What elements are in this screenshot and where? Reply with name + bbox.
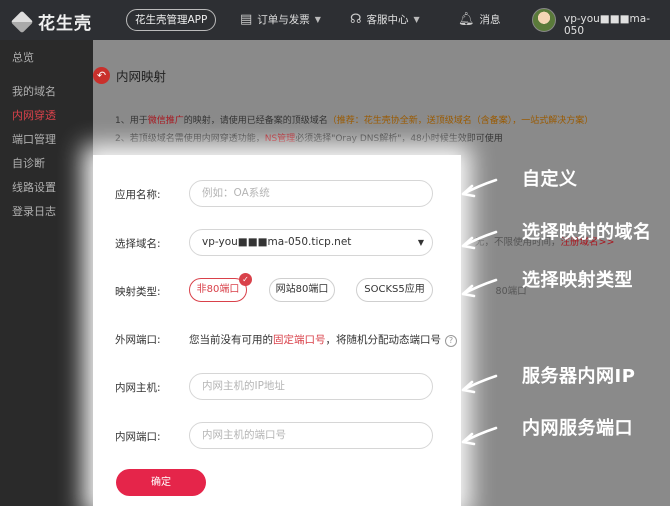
domain-select[interactable]: vp-you■■■ma-050.ticp.net ▼ <box>189 229 433 256</box>
app-download-button[interactable]: 花生壳管理APP <box>126 9 217 31</box>
mapping-type-label: 映射类型: <box>115 286 161 298</box>
external-port-label: 外网端口: <box>115 334 161 346</box>
type-socks5[interactable]: SOCKS5应用 <box>356 278 433 302</box>
annotation-arrow-icon <box>461 230 498 250</box>
chevron-down-icon: ▼ <box>417 238 424 247</box>
annotation-arrow-icon <box>461 178 498 198</box>
host-port-input[interactable]: 内网主机的端口号 <box>189 422 433 449</box>
sidebar-item-overview[interactable]: 总览 <box>0 46 93 70</box>
username[interactable]: vp-you■■■ma-050 <box>564 13 670 37</box>
domain-label: 选择域名: <box>115 238 161 250</box>
sidebar-item-intranet-penetration[interactable]: 内网穿透 <box>0 104 93 128</box>
annotation-server-ip: 服务器内网IP <box>522 366 636 387</box>
avatar[interactable] <box>532 8 556 32</box>
top-navbar: 花生壳 花生壳管理APP ▤ 订单与发票 ▼ ☊ 客服中心 ▼ 🔔︎ 消息 vp… <box>0 0 670 40</box>
annotation-arrow-icon <box>461 278 498 298</box>
check-icon: ✓ <box>239 273 252 286</box>
annotation-select-type: 选择映射类型 <box>522 270 633 291</box>
port-label: 内网端口: <box>115 431 161 443</box>
chevron-down-icon: ▼ <box>314 15 321 24</box>
sidebar-item-self-diagnosis[interactable]: 自诊断 <box>0 152 93 176</box>
external-port-info: 您当前没有可用的固定端口号，将随机分配动态端口号? <box>189 332 457 347</box>
brand-logo[interactable]: 花生壳 <box>10 9 92 34</box>
fixed-port-link[interactable]: 固定端口号 <box>273 334 326 346</box>
type-non80-port[interactable]: 非80端口 ✓ <box>189 273 252 302</box>
help-icon[interactable]: ? <box>445 335 457 347</box>
brand-name: 花生壳 <box>38 14 92 34</box>
page-title: ↶ 内网映射 <box>93 66 166 85</box>
back-arrow-icon[interactable]: ↶ <box>93 67 110 84</box>
nav-service-center[interactable]: ☊ 客服中心 ▼ <box>350 12 420 27</box>
sidebar-item-port-management[interactable]: 端口管理 <box>0 128 93 152</box>
annotation-arrow-icon <box>461 374 498 394</box>
annotation-select-domain: 选择映射的域名 <box>522 222 652 243</box>
document-icon: ▤ <box>240 12 253 27</box>
host-label: 内网主机: <box>115 382 161 394</box>
annotation-custom: 自定义 <box>522 169 578 190</box>
nav-messages[interactable]: 🔔︎ 消息 <box>458 12 501 27</box>
mapping-form: 应用名称: 例如：OA系统 选择域名: vp-you■■■ma-050.ticp… <box>93 155 461 506</box>
usage-notes: 1、用于微信推广的映射，请使用已经备案的顶级域名（推荐：花生壳协全新，送顶级域名… <box>115 116 594 144</box>
nav-orders-invoices[interactable]: ▤ 订单与发票 ▼ <box>240 12 321 27</box>
bell-icon: 🔔︎ <box>458 12 475 27</box>
app-name-label: 应用名称: <box>115 189 161 201</box>
annotation-service-port: 内网服务端口 <box>522 418 633 439</box>
confirm-button[interactable]: 确定 <box>116 469 206 496</box>
app-name-input[interactable]: 例如：OA系统 <box>189 180 433 207</box>
chevron-down-icon: ▼ <box>413 15 420 24</box>
sidebar: 总览 我的域名 内网穿透 端口管理 自诊断 线路设置 登录日志 <box>0 40 93 506</box>
sidebar-item-my-domains[interactable]: 我的域名 <box>0 80 93 104</box>
host-ip-input[interactable]: 内网主机的IP地址 <box>189 373 433 400</box>
sidebar-item-login-log[interactable]: 登录日志 <box>0 200 93 224</box>
sidebar-item-line-settings[interactable]: 线路设置 <box>0 176 93 200</box>
peanut-logo-icon <box>10 10 34 33</box>
annotation-arrow-icon <box>461 426 498 446</box>
type-website-80-port[interactable]: 网站80端口 <box>269 278 335 302</box>
headset-icon: ☊ <box>350 12 362 27</box>
